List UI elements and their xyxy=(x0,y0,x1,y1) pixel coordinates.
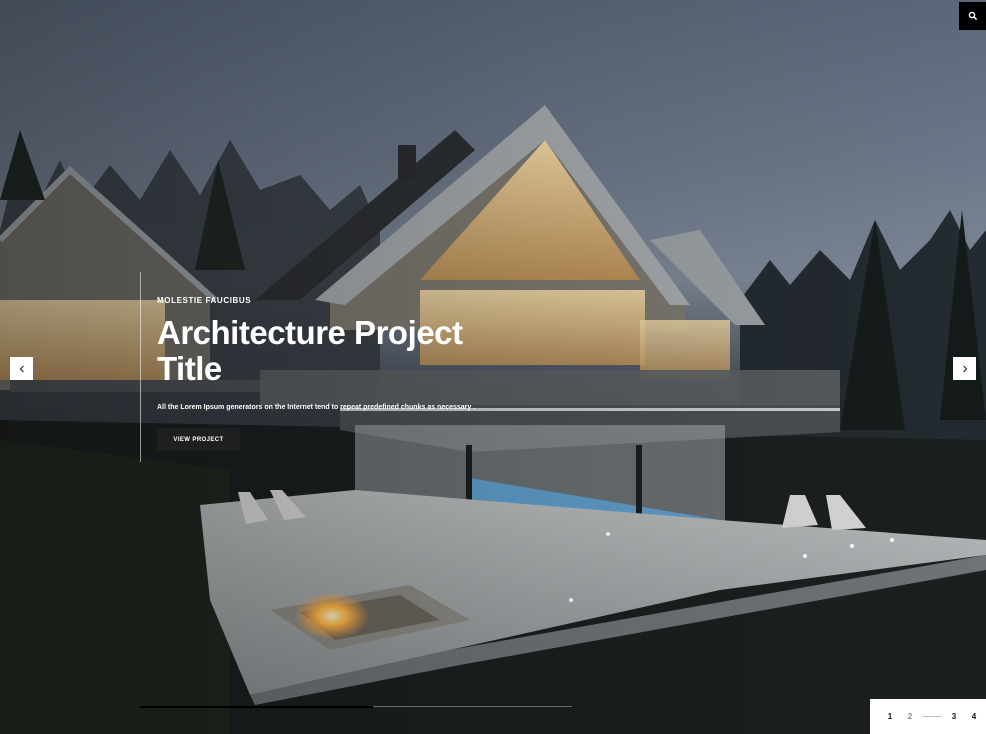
search-icon xyxy=(968,11,977,21)
hero-eyebrow: MOLESTIE FAUCIBUS xyxy=(157,296,252,305)
hero-accent-line xyxy=(140,272,141,462)
chevron-left-icon xyxy=(19,365,24,372)
page-4[interactable]: 4 xyxy=(968,712,980,721)
slider-progress xyxy=(140,705,572,708)
slider-prev-button[interactable] xyxy=(10,357,33,380)
slide-pagination: 1 2 3 4 xyxy=(870,699,986,734)
hero-description: All the Lorem Ipsum generators on the In… xyxy=(157,404,476,411)
search-button[interactable] xyxy=(959,2,986,30)
page-1[interactable]: 1 xyxy=(884,712,896,721)
view-project-button[interactable]: VIEW PROJECT xyxy=(157,428,240,451)
slider-next-button[interactable] xyxy=(953,357,976,380)
page-2[interactable]: 2 xyxy=(904,712,916,721)
hero-title: Architecture Project Title xyxy=(157,314,463,387)
pagination-active-line xyxy=(922,716,942,717)
slider-progress-fill xyxy=(140,705,374,708)
page-3[interactable]: 3 xyxy=(948,712,960,721)
chevron-right-icon xyxy=(962,365,967,372)
